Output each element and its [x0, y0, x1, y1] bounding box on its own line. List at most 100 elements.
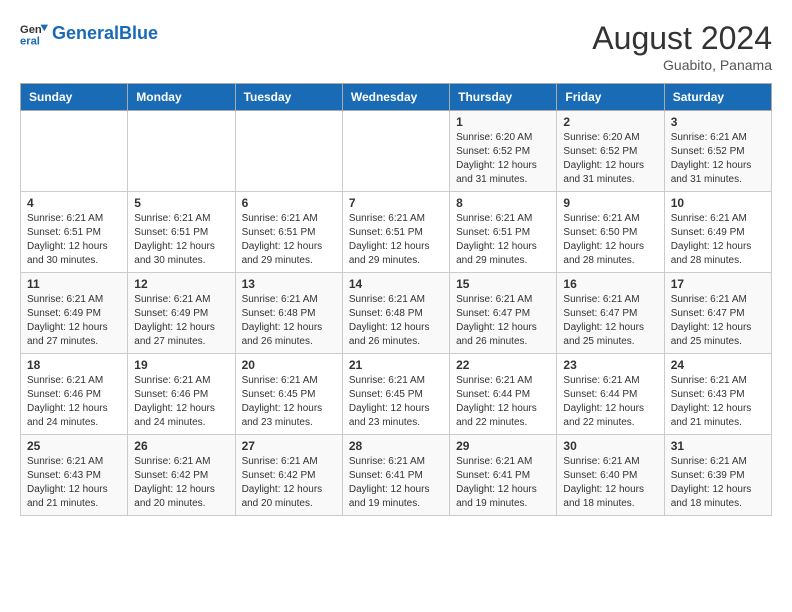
location: Guabito, Panama	[592, 57, 772, 73]
day-info: Sunrise: 6:21 AM Sunset: 6:51 PM Dayligh…	[242, 212, 336, 268]
calendar-cell: 26 Sunrise: 6:21 AM Sunset: 6:42 PM Dayli…	[128, 435, 235, 516]
day-of-week-header: Sunday	[21, 84, 128, 111]
svg-text:eral: eral	[20, 35, 40, 47]
day-of-week-header: Friday	[557, 84, 664, 111]
day-number: 16	[563, 277, 657, 291]
calendar-cell: 28 Sunrise: 6:21 AM Sunset: 6:41 PM Dayli…	[342, 435, 449, 516]
day-info: Sunrise: 6:20 AM Sunset: 6:52 PM Dayligh…	[563, 131, 657, 187]
day-number: 20	[242, 358, 336, 372]
day-number: 22	[456, 358, 550, 372]
calendar-cell: 11 Sunrise: 6:21 AM Sunset: 6:49 PM Dayli…	[21, 273, 128, 354]
calendar-cell: 29Sunrise: 6:21 AM Sunset: 6:41 PM Dayli…	[450, 435, 557, 516]
calendar-week-row: 25Sunrise: 6:21 AM Sunset: 6:43 PM Dayli…	[21, 435, 772, 516]
day-info: Sunrise: 6:21 AM Sunset: 6:49 PM Dayligh…	[27, 293, 121, 349]
logo-blue-text: Blue	[119, 23, 158, 43]
day-info: Sunrise: 6:21 AM Sunset: 6:50 PM Dayligh…	[563, 212, 657, 268]
calendar-cell: 3 Sunrise: 6:21 AM Sunset: 6:52 PM Daylig…	[664, 111, 771, 192]
day-number: 3	[671, 115, 765, 129]
day-number: 6	[242, 196, 336, 210]
day-number: 11	[27, 277, 121, 291]
day-number: 7	[349, 196, 443, 210]
logo-text: GeneralBlue	[52, 24, 158, 44]
calendar-week-row: 4 Sunrise: 6:21 AM Sunset: 6:51 PM Daylig…	[21, 192, 772, 273]
day-number: 13	[242, 277, 336, 291]
calendar-cell	[21, 111, 128, 192]
day-number: 9	[563, 196, 657, 210]
day-number: 24	[671, 358, 765, 372]
day-number: 4	[27, 196, 121, 210]
day-info: Sunrise: 6:21 AM Sunset: 6:39 PM Dayligh…	[671, 455, 765, 511]
calendar-cell: 24 Sunrise: 6:21 AM Sunset: 6:43 PM Dayli…	[664, 354, 771, 435]
day-info: Sunrise: 6:21 AM Sunset: 6:43 PM Dayligh…	[671, 374, 765, 430]
day-info: Sunrise: 6:21 AM Sunset: 6:41 PM Dayligh…	[349, 455, 443, 511]
day-info: Sunrise: 6:21 AM Sunset: 6:44 PM Dayligh…	[456, 374, 550, 430]
day-info: Sunrise: 6:21 AM Sunset: 6:51 PM Dayligh…	[134, 212, 228, 268]
day-info: Sunrise: 6:21 AM Sunset: 6:48 PM Dayligh…	[349, 293, 443, 349]
calendar-cell: 8Sunrise: 6:21 AM Sunset: 6:51 PM Daylig…	[450, 192, 557, 273]
day-info: Sunrise: 6:21 AM Sunset: 6:45 PM Dayligh…	[349, 374, 443, 430]
day-number: 12	[134, 277, 228, 291]
calendar-cell: 17 Sunrise: 6:21 AM Sunset: 6:47 PM Dayli…	[664, 273, 771, 354]
month-year: August 2024	[592, 20, 772, 57]
logo: Gen eral GeneralBlue	[20, 20, 158, 48]
day-number: 30	[563, 439, 657, 453]
day-info: Sunrise: 6:21 AM Sunset: 6:51 PM Dayligh…	[349, 212, 443, 268]
calendar-cell	[235, 111, 342, 192]
calendar-cell	[128, 111, 235, 192]
day-number: 25	[27, 439, 121, 453]
day-number: 18	[27, 358, 121, 372]
day-number: 10	[671, 196, 765, 210]
calendar-cell: 6 Sunrise: 6:21 AM Sunset: 6:51 PM Daylig…	[235, 192, 342, 273]
day-info: Sunrise: 6:21 AM Sunset: 6:41 PM Dayligh…	[456, 455, 550, 511]
day-info: Sunrise: 6:21 AM Sunset: 6:52 PM Dayligh…	[671, 131, 765, 187]
day-of-week-header: Monday	[128, 84, 235, 111]
day-number: 26	[134, 439, 228, 453]
day-info: Sunrise: 6:21 AM Sunset: 6:42 PM Dayligh…	[242, 455, 336, 511]
calendar-cell: 25Sunrise: 6:21 AM Sunset: 6:43 PM Dayli…	[21, 435, 128, 516]
page-header: Gen eral GeneralBlue August 2024 Guabito…	[20, 20, 772, 73]
day-number: 14	[349, 277, 443, 291]
day-number: 23	[563, 358, 657, 372]
calendar-cell	[342, 111, 449, 192]
day-info: Sunrise: 6:21 AM Sunset: 6:46 PM Dayligh…	[134, 374, 228, 430]
calendar-cell: 13 Sunrise: 6:21 AM Sunset: 6:48 PM Dayli…	[235, 273, 342, 354]
calendar-header: SundayMondayTuesdayWednesdayThursdayFrid…	[21, 84, 772, 111]
calendar-week-row: 11 Sunrise: 6:21 AM Sunset: 6:49 PM Dayli…	[21, 273, 772, 354]
logo-general: General	[52, 23, 119, 43]
day-number: 31	[671, 439, 765, 453]
calendar-cell: 20Sunrise: 6:21 AM Sunset: 6:45 PM Dayli…	[235, 354, 342, 435]
calendar-cell: 4 Sunrise: 6:21 AM Sunset: 6:51 PM Daylig…	[21, 192, 128, 273]
calendar-cell: 9 Sunrise: 6:21 AM Sunset: 6:50 PM Daylig…	[557, 192, 664, 273]
logo-icon: Gen eral	[20, 20, 48, 48]
calendar-cell: 22 Sunrise: 6:21 AM Sunset: 6:44 PM Dayli…	[450, 354, 557, 435]
day-info: Sunrise: 6:21 AM Sunset: 6:44 PM Dayligh…	[563, 374, 657, 430]
calendar-cell: 15Sunrise: 6:21 AM Sunset: 6:47 PM Dayli…	[450, 273, 557, 354]
day-info: Sunrise: 6:21 AM Sunset: 6:49 PM Dayligh…	[671, 212, 765, 268]
day-number: 1	[456, 115, 550, 129]
calendar-cell: 21 Sunrise: 6:21 AM Sunset: 6:45 PM Dayli…	[342, 354, 449, 435]
day-info: Sunrise: 6:21 AM Sunset: 6:42 PM Dayligh…	[134, 455, 228, 511]
calendar-cell: 27Sunrise: 6:21 AM Sunset: 6:42 PM Dayli…	[235, 435, 342, 516]
day-info: Sunrise: 6:20 AM Sunset: 6:52 PM Dayligh…	[456, 131, 550, 187]
calendar-cell: 12Sunrise: 6:21 AM Sunset: 6:49 PM Dayli…	[128, 273, 235, 354]
day-number: 21	[349, 358, 443, 372]
day-info: Sunrise: 6:21 AM Sunset: 6:47 PM Dayligh…	[671, 293, 765, 349]
day-info: Sunrise: 6:21 AM Sunset: 6:51 PM Dayligh…	[456, 212, 550, 268]
calendar-cell: 23 Sunrise: 6:21 AM Sunset: 6:44 PM Dayli…	[557, 354, 664, 435]
calendar-cell: 7 Sunrise: 6:21 AM Sunset: 6:51 PM Daylig…	[342, 192, 449, 273]
calendar-cell: 5Sunrise: 6:21 AM Sunset: 6:51 PM Daylig…	[128, 192, 235, 273]
day-info: Sunrise: 6:21 AM Sunset: 6:51 PM Dayligh…	[27, 212, 121, 268]
day-of-week-header: Wednesday	[342, 84, 449, 111]
day-of-week-header: Thursday	[450, 84, 557, 111]
day-of-week-header: Tuesday	[235, 84, 342, 111]
day-of-week-header: Saturday	[664, 84, 771, 111]
day-number: 2	[563, 115, 657, 129]
day-number: 15	[456, 277, 550, 291]
calendar-cell: 19Sunrise: 6:21 AM Sunset: 6:46 PM Dayli…	[128, 354, 235, 435]
calendar-table: SundayMondayTuesdayWednesdayThursdayFrid…	[20, 83, 772, 516]
calendar-cell: 16Sunrise: 6:21 AM Sunset: 6:47 PM Dayli…	[557, 273, 664, 354]
day-info: Sunrise: 6:21 AM Sunset: 6:48 PM Dayligh…	[242, 293, 336, 349]
calendar-cell: 10 Sunrise: 6:21 AM Sunset: 6:49 PM Dayli…	[664, 192, 771, 273]
day-number: 17	[671, 277, 765, 291]
day-number: 28	[349, 439, 443, 453]
